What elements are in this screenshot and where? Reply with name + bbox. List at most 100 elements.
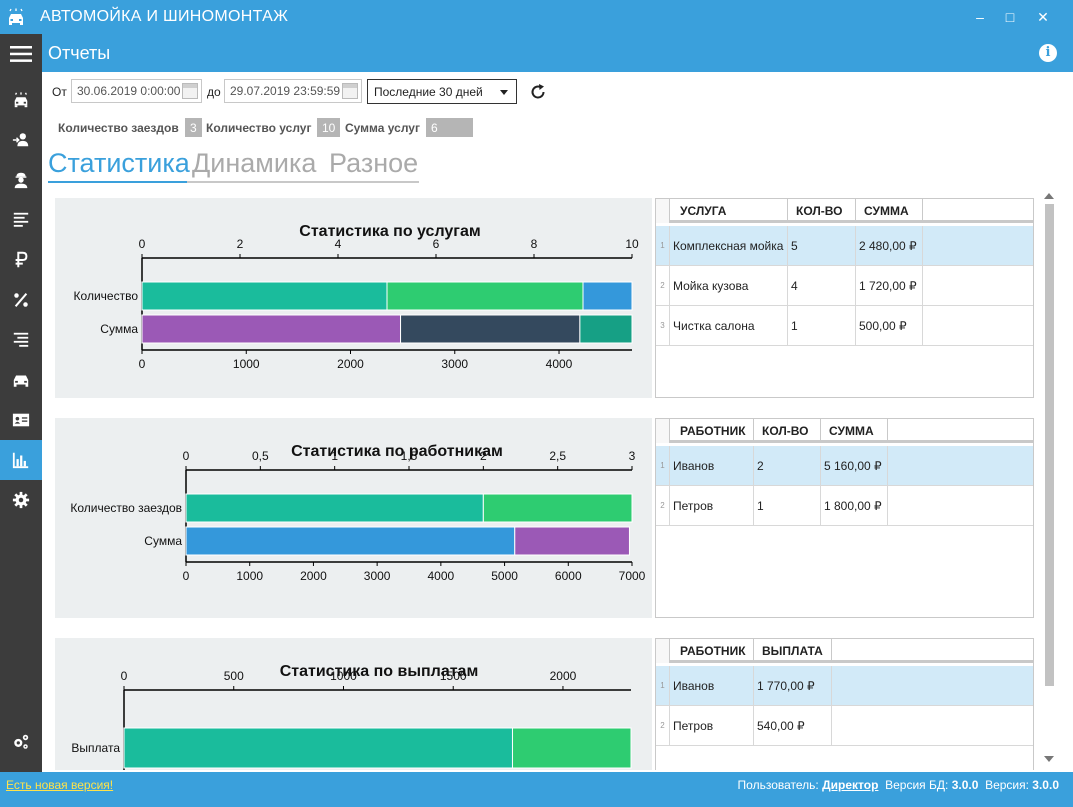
bar-segment [386, 281, 584, 311]
period-select-value: Последние 30 дней [374, 85, 483, 99]
hamburger-icon [10, 46, 32, 62]
tab-dynamics[interactable]: Динамика [192, 148, 316, 179]
tick-label: 0 [139, 357, 146, 371]
table-cell: Иванов [670, 446, 754, 486]
calendar-icon[interactable] [342, 83, 358, 99]
table-row[interactable]: 2 Петров 540,00 ₽ [656, 706, 1033, 746]
tick-label: 1500 [440, 669, 467, 683]
row-header-gutter [656, 639, 670, 663]
tick-label: 1000 [233, 357, 260, 371]
scroll-up-icon[interactable] [1044, 193, 1054, 199]
sidebar-item-clients[interactable] [0, 120, 42, 160]
row-number: 2 [656, 486, 670, 526]
row-number: 2 [656, 706, 670, 746]
sidebar-item-cards[interactable] [0, 400, 42, 440]
table-row[interactable]: 3 Чистка салона 1 500,00 ₽ [656, 306, 1033, 346]
tick-label: 2000 [550, 669, 577, 683]
db-version-label: Версия БД: [885, 778, 949, 792]
column-header[interactable]: КОЛ-ВО [788, 199, 856, 220]
payouts-chart: Статистика по выплатам 0 500 1000 1500 2000В… [71, 663, 632, 770]
bar-segment [141, 314, 402, 344]
table-cell: 1 720,00 ₽ [856, 266, 923, 306]
workers-chart: Статистика по работникам 0 0,5 1 1,5 2 2,5 3 0 1… [70, 443, 646, 583]
bar-segment [141, 281, 388, 311]
user-link[interactable]: Директор [822, 778, 878, 792]
page-title: Отчеты [48, 43, 111, 63]
column-header[interactable]: КОЛ-ВО [754, 419, 821, 440]
services-chart-panel: Статистика по услугам 0 2 4 6 8 10 0 1000 2000 30… [55, 198, 652, 398]
table-cell: Петров [670, 706, 754, 746]
tick-label: 1000 [236, 569, 263, 583]
tick-label: 2000 [300, 569, 327, 583]
visits-count-badge: 3 [185, 118, 202, 137]
gear-icon [12, 491, 30, 509]
category-label: Сумма [100, 322, 138, 336]
maximize-button[interactable]: □ [997, 6, 1023, 28]
tab-active-underline [48, 181, 187, 183]
sidebar-item-services[interactable] [0, 200, 42, 240]
minimize-button[interactable]: – [967, 6, 993, 28]
refresh-icon[interactable] [528, 82, 548, 102]
close-button[interactable]: ✕ [1030, 6, 1056, 28]
sidebar-item-settings[interactable] [0, 480, 42, 520]
table-cell: Петров [670, 486, 754, 526]
menu-toggle-button[interactable] [0, 34, 42, 74]
sidebar-item-cars[interactable] [0, 360, 42, 400]
sidebar-item-finance[interactable] [0, 240, 42, 280]
scrollbar-thumb[interactable] [1045, 204, 1054, 686]
period-select[interactable]: Последние 30 дней [367, 79, 517, 104]
sidebar-item-reports[interactable] [0, 440, 42, 480]
row-number: 1 [656, 226, 670, 266]
tick-label: 1 [331, 449, 338, 463]
bar-segment [185, 493, 484, 523]
calendar-icon[interactable] [182, 83, 198, 99]
sidebar-item-car-wash[interactable] [0, 80, 42, 120]
tab-misc[interactable]: Разное [329, 148, 418, 179]
row-number: 1 [656, 666, 670, 706]
tick-label: 3 [629, 449, 636, 463]
tick-label: 7000 [619, 569, 646, 583]
bar-segment [185, 526, 516, 556]
window-title: АВТОМОЙКА И ШИНОМОНТАЖ [40, 8, 289, 25]
table-row[interactable]: 1 Иванов 1 770,00 ₽ [656, 666, 1033, 706]
tick-label: 6 [433, 237, 440, 251]
table-row[interactable]: 1 Комплексная мойка 5 2 480,00 ₽ [656, 226, 1033, 266]
table-row[interactable]: 2 Петров 1 1 800,00 ₽ [656, 486, 1033, 526]
info-icon[interactable]: i [1039, 44, 1057, 62]
table-cell: 4 [788, 266, 856, 306]
sidebar [0, 34, 42, 772]
table-row[interactable]: 2 Мойка кузова 4 1 720,00 ₽ [656, 266, 1033, 306]
sidebar-item-discounts[interactable] [0, 280, 42, 320]
tick-label: 2,5 [549, 449, 566, 463]
ruble-icon [15, 251, 28, 268]
date-to-input[interactable]: 29.07.2019 23:59:59 [224, 79, 362, 103]
sidebar-item-advanced-settings[interactable] [0, 722, 42, 762]
table-row[interactable]: 1 Иванов 2 5 160,00 ₽ [656, 446, 1033, 486]
scroll-down-icon[interactable] [1044, 756, 1054, 762]
new-version-link[interactable]: Есть новая версия! [6, 778, 113, 792]
bar-segment [579, 314, 633, 344]
column-header[interactable]: УСЛУГА [670, 199, 788, 220]
table-cell: 540,00 ₽ [754, 706, 832, 746]
bar-segment [123, 727, 513, 769]
tick-label: 4000 [428, 569, 455, 583]
tick-label: 2 [237, 237, 244, 251]
version-label: Версия: [985, 778, 1029, 792]
sidebar-item-workers[interactable] [0, 160, 42, 200]
column-header[interactable]: СУММА [821, 419, 888, 440]
sidebar-item-journal[interactable] [0, 320, 42, 360]
chart-title: Статистика по услугам [299, 223, 480, 240]
table-cell: Чистка салона [670, 306, 788, 346]
column-header[interactable]: РАБОТНИК [670, 639, 754, 660]
date-from-input[interactable]: 30.06.2019 0:00:00 [71, 79, 202, 103]
column-header[interactable]: СУММА [856, 199, 923, 220]
column-header[interactable]: ВЫПЛАТА [754, 639, 832, 660]
vertical-scrollbar[interactable] [1042, 190, 1056, 770]
services-sum-badge: 6 960,00 ₽ [426, 118, 473, 163]
table-header: РАБОТНИК КОЛ-ВО СУММА [656, 419, 1033, 443]
db-version-value: 3.0.0 [951, 778, 979, 792]
tab-statistics[interactable]: Статистика [48, 148, 190, 179]
tick-label: 1000 [330, 669, 357, 683]
bar-segment [511, 727, 632, 769]
column-header[interactable]: РАБОТНИК [670, 419, 754, 440]
